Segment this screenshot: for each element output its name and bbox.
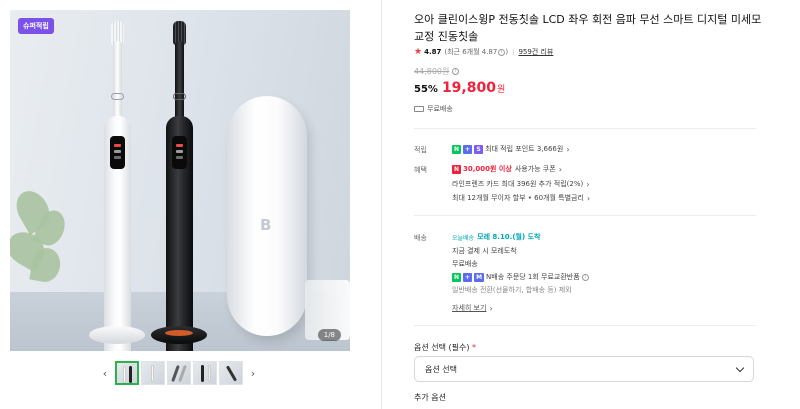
star-icon: ★	[414, 47, 423, 57]
required-mark: *	[472, 343, 477, 352]
thumbnail[interactable]	[115, 361, 139, 385]
section-divider	[414, 128, 756, 129]
payment-note: 지금 결제 시 모레도착	[452, 247, 517, 255]
background-plant	[10, 180, 80, 300]
thumbnail-strip: ‹ ›	[96, 360, 262, 386]
panel-divider	[381, 0, 382, 409]
free-shipping-text: 무료배송	[427, 105, 453, 113]
delivery-more-row[interactable]: 자세히 보기 ›	[452, 303, 493, 313]
section-divider	[414, 215, 756, 216]
delivery-arrival: 모레 8.10.(월) 도착	[477, 233, 541, 241]
free-shipping-note: 무료배송	[414, 104, 453, 114]
chevron-right-icon: ›	[586, 193, 591, 203]
rating-detail-close: )	[505, 48, 509, 56]
extra-option-label: 추가 옵션	[414, 393, 446, 402]
option-select-value: 옵션 선택	[425, 364, 457, 374]
delivery-arrival-row[interactable]: 오늘배송 모레 8.10.(월) 도착	[452, 232, 541, 242]
option-label: 옵션 선택 (필수) *	[414, 342, 476, 353]
option-select[interactable]: 옵션 선택	[414, 356, 754, 382]
thumbnail[interactable]	[193, 361, 217, 385]
section-divider	[414, 325, 756, 326]
price-row: 55% 19,800 원	[414, 80, 505, 96]
rating-detail: (최근 6개월 4.87	[444, 48, 498, 56]
image-counter: 1/8	[317, 329, 341, 341]
plus-icon: +	[463, 272, 473, 282]
separator: |	[512, 48, 515, 56]
naver-n-icon: N	[452, 272, 462, 282]
thumbnail[interactable]	[219, 361, 243, 385]
black-charging-base	[151, 326, 207, 344]
coupon-amount: 30,000원 이상	[463, 165, 512, 173]
delivery-label: 배송	[414, 234, 427, 242]
super-points-badge: 슈퍼적립	[18, 18, 54, 34]
truck-icon	[414, 106, 424, 112]
sale-price: 19,800	[441, 80, 496, 96]
plus-icon: +	[463, 144, 473, 154]
membership-icon: M	[474, 272, 485, 282]
card-benefit-text: 라인프렌즈 카드 최대 396원 추가 적립(2%)	[452, 180, 584, 188]
super-icon: S	[474, 144, 484, 154]
nship-text: N배송 주문당 1회 무료교환반품	[486, 273, 580, 281]
points-label: 적립	[414, 146, 427, 154]
price-unit: 원	[496, 85, 506, 95]
review-count-link[interactable]: 959건 리뷰	[518, 47, 553, 57]
option-label-text: 옵션 선택 (필수)	[414, 343, 470, 352]
general-delivery-note: 일반배송 전환(선물하기, 합배송 등) 제외	[452, 286, 572, 294]
card-benefit-row[interactable]: 라인프렌즈 카드 최대 396원 추가 적립(2%) ›	[452, 179, 589, 189]
delivery-free-shipping: 무료배송	[452, 260, 478, 268]
coupon-n-icon: N	[452, 164, 462, 174]
benefit-label: 혜택	[414, 166, 427, 174]
points-text: 최대 적립 포인트 3,666원	[485, 145, 564, 153]
rating-score: 4.87	[424, 48, 442, 56]
installment-text: 최대 12개월 무이자 할부 • 60개월 특별금리	[452, 194, 584, 202]
today-delivery-badge: 오늘배송	[452, 234, 475, 242]
chevron-right-icon: ›	[489, 303, 493, 313]
installment-row[interactable]: 최대 12개월 무이자 할부 • 60개월 특별금리 ›	[452, 193, 590, 203]
delivery-more-link[interactable]: 자세히 보기	[452, 303, 486, 313]
coupon-row[interactable]: N 30,000원 이상 사용가능 쿠폰 ›	[452, 164, 562, 174]
chevron-down-icon	[735, 363, 745, 372]
points-row[interactable]: N + S 최대 적립 포인트 3,666원 ›	[452, 144, 570, 154]
thumbnail-next-arrow[interactable]: ›	[244, 367, 262, 380]
product-main-image[interactable]: B 슈퍼적립 1/8	[10, 10, 350, 351]
info-icon[interactable]: i	[498, 48, 506, 56]
info-icon[interactable]: i	[452, 68, 460, 75]
product-title: 오아 클린이스윙P 전동칫솔 LCD 좌우 회전 음파 무선 스마트 디지털 미…	[414, 13, 762, 43]
chevron-right-icon: ›	[566, 144, 570, 154]
naver-n-icon: N	[452, 144, 462, 154]
travel-case: B	[227, 96, 307, 336]
chevron-right-icon: ›	[586, 179, 590, 189]
thumbnail[interactable]	[167, 361, 191, 385]
coupon-text: 사용가능 쿠폰	[514, 165, 556, 173]
original-price-row: 44,800원 i	[414, 66, 460, 77]
nship-row: N + M N배송 주문당 1회 무료교환반품 i	[452, 272, 589, 282]
original-price: 44,800원	[414, 67, 450, 76]
chevron-right-icon: ›	[558, 164, 562, 174]
rating-row: ★ 4.87 (최근 6개월 4.87 i ) | 959건 리뷰	[414, 47, 553, 57]
thumbnail-prev-arrow[interactable]: ‹	[96, 367, 114, 380]
white-charging-base	[89, 326, 145, 344]
discount-rate: 55%	[414, 84, 438, 95]
info-icon[interactable]: i	[581, 273, 589, 281]
thumbnail[interactable]	[141, 361, 165, 385]
